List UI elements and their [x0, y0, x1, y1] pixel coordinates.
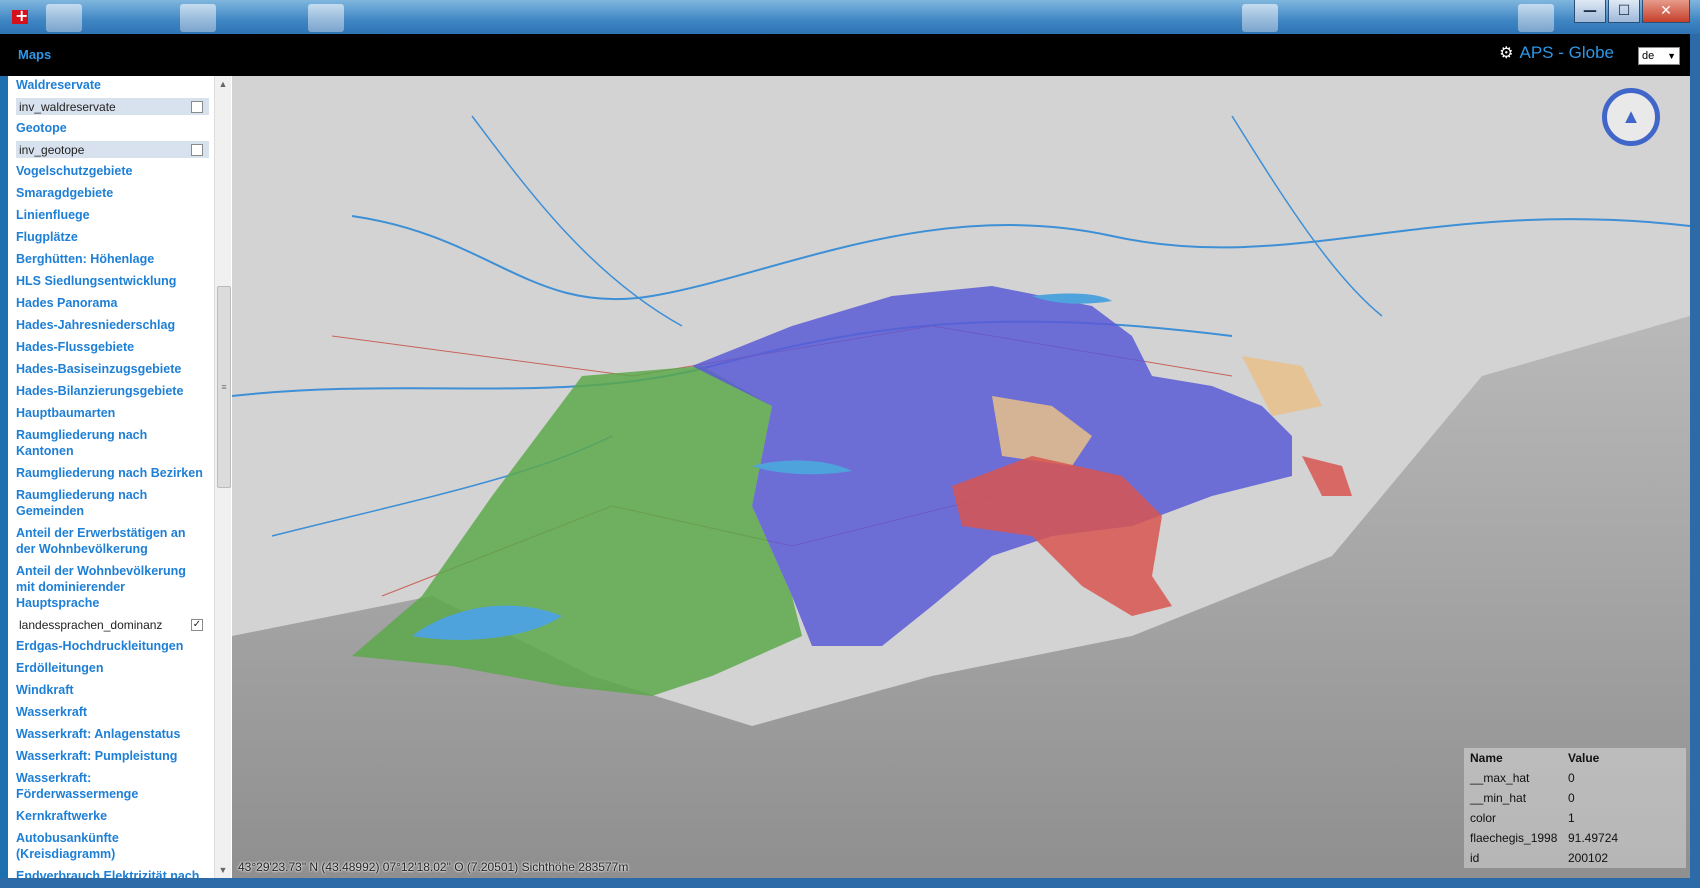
layer-group-item[interactable]: Kernkraftwerke — [8, 807, 213, 825]
layer-group-item[interactable]: Linienfluege — [8, 206, 213, 224]
scroll-down-icon[interactable]: ▼ — [215, 862, 231, 878]
chevron-down-icon: ▼ — [1667, 51, 1676, 61]
taskbar-app-icon[interactable] — [46, 4, 82, 32]
swiss-flag-icon — [12, 6, 28, 25]
gear-icon[interactable]: ⚙ — [1499, 43, 1513, 63]
layer-group-item[interactable]: Wasserkraft: Anlagenstatus — [8, 725, 213, 743]
layer-group-item[interactable]: Hades-Jahresniederschlag — [8, 316, 213, 334]
layer-group-item[interactable]: Waldreservate — [8, 76, 213, 94]
taskbar-settings-icon[interactable] — [1242, 4, 1278, 32]
property-value: 91.49724 — [1568, 831, 1619, 845]
layer-list: Waldreservate inv_waldreservate Geotope inv… — [8, 76, 213, 878]
property-row: color 1 — [1464, 808, 1686, 828]
compass-navigation-icon[interactable]: ▲ — [1602, 88, 1660, 146]
taskbar-green-icon[interactable] — [1518, 4, 1554, 32]
property-name: __max_hat — [1470, 771, 1530, 785]
layer-group-item[interactable]: Windkraft — [8, 681, 213, 699]
properties-value-header: Value — [1568, 751, 1600, 765]
layer-group-item[interactable]: Erdgas-Hochdruckleitungen — [8, 637, 213, 655]
property-name: __min_hat — [1470, 791, 1527, 805]
taskbar-browser-icon[interactable] — [180, 4, 216, 32]
layer-group-item[interactable]: Anteil der Erwerbstätigen an der Wohnbev… — [8, 524, 213, 558]
layer-toggle-row[interactable]: inv_waldreservate — [16, 98, 209, 115]
layer-group-item[interactable]: Hades-Bilanzierungsgebiete — [8, 382, 213, 400]
app-header: Maps ⚙ APS - Globe de ▼ — [0, 34, 1700, 76]
properties-header: Name Value — [1464, 748, 1686, 768]
layer-group-item[interactable]: Geotope — [8, 119, 213, 137]
layer-group-item[interactable]: Hades-Flussgebiete — [8, 338, 213, 356]
language-select[interactable]: de ▼ — [1638, 47, 1680, 65]
property-row: __min_hat 0 — [1464, 788, 1686, 808]
minimize-button[interactable]: — — [1574, 0, 1606, 23]
layer-checkbox[interactable] — [191, 100, 203, 113]
property-value: 200102 — [1568, 851, 1609, 865]
layer-group-item[interactable]: Wasserkraft — [8, 703, 213, 721]
layer-group-item[interactable]: Vogelschutzgebiete — [8, 162, 213, 180]
property-value: 0 — [1568, 771, 1575, 785]
property-value: 0 — [1568, 791, 1575, 805]
layer-sidebar: Waldreservate inv_waldreservate Geotope inv… — [8, 76, 232, 878]
property-row: __max_hat 0 — [1464, 768, 1686, 788]
property-name: flaechegis_1998 — [1470, 831, 1558, 845]
layer-group-item[interactable]: Anteil der Wohnbevölkerung mit dominiere… — [8, 562, 213, 612]
window-controls: — ☐ ✕ — [1574, 0, 1690, 23]
window-frame-bottom — [0, 878, 1700, 888]
layer-group-item[interactable]: Wasserkraft: Förderwassermenge — [8, 769, 213, 803]
layer-name: landessprachen_dominanz — [19, 617, 163, 632]
layer-group-item[interactable]: Raumgliederung nach Bezirken — [8, 464, 213, 482]
property-value: 1 — [1568, 811, 1575, 825]
layer-group-item[interactable]: Hauptbaumarten — [8, 404, 213, 422]
layer-toggle-row[interactable]: inv_geotope — [16, 141, 209, 158]
layer-group-item[interactable]: Hades-Basiseinzugsgebiete — [8, 360, 213, 378]
layer-group-item[interactable]: Wasserkraft: Pumpleistung — [8, 747, 213, 765]
coordinate-readout: 43°29'23.73" N (43.48992) 07°12'18.02" O… — [238, 860, 629, 874]
layer-group-item[interactable]: Smaragdgebiete — [8, 184, 213, 202]
scroll-thumb[interactable]: ≡ — [217, 286, 231, 488]
layer-group-item[interactable]: Endverbrauch Elektrizität nach Verbrauch… — [8, 867, 213, 878]
layer-group-item[interactable]: Berghütten: Höhenlage — [8, 250, 213, 268]
maps-menu[interactable]: Maps — [18, 47, 51, 62]
property-name: color — [1470, 811, 1497, 825]
layer-group-item[interactable]: Autobusankünfte (Kreisdiagramm) — [8, 829, 213, 863]
layer-group-item[interactable]: HLS Siedlungsentwicklung — [8, 272, 213, 290]
os-taskbar: — ☐ ✕ — [0, 0, 1700, 34]
app-title: ⚙ APS - Globe — [1499, 43, 1614, 63]
layer-toggle-row[interactable]: landessprachen_dominanz ✓ — [16, 616, 209, 633]
layer-group-item[interactable]: Hades Panorama — [8, 294, 213, 312]
property-row: flaechegis_1998 91.49724 — [1464, 828, 1686, 848]
feature-properties-panel: Name Value __max_hat 0 __min_hat 0 color 1 … — [1464, 748, 1686, 868]
layer-checkbox[interactable]: ✓ — [191, 618, 203, 631]
scroll-up-icon[interactable]: ▲ — [215, 76, 231, 92]
maximize-button[interactable]: ☐ — [1608, 0, 1640, 23]
properties-name-header: Name — [1470, 751, 1503, 765]
layer-group-item[interactable]: Flugplätze — [8, 228, 213, 246]
layer-group-item[interactable]: Raumgliederung nach Kantonen — [8, 426, 213, 460]
layer-group-item[interactable]: Erdölleitungen — [8, 659, 213, 677]
close-button[interactable]: ✕ — [1642, 0, 1690, 23]
window-frame-right — [1690, 34, 1700, 888]
layer-name: inv_waldreservate — [19, 99, 116, 114]
layer-name: inv_geotope — [19, 142, 85, 157]
layer-group-item[interactable]: Raumgliederung nach Gemeinden — [8, 486, 213, 520]
property-row: id 200102 — [1464, 848, 1686, 868]
language-value: de — [1642, 50, 1655, 62]
app-title-text: APS - Globe — [1519, 43, 1615, 62]
sidebar-scrollbar[interactable]: ▲ ≡ ▼ — [214, 76, 231, 878]
taskbar-document-icon[interactable] — [308, 4, 344, 32]
property-name: id — [1470, 851, 1480, 865]
layer-checkbox[interactable] — [191, 143, 203, 156]
